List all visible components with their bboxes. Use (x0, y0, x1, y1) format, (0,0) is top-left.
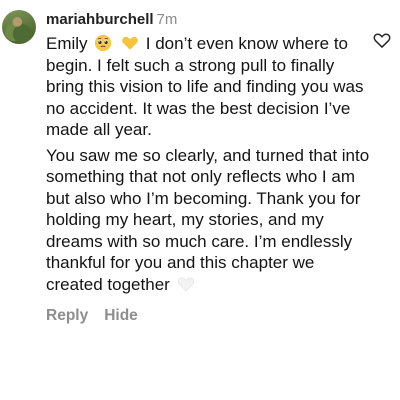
comment-paragraph-1: Emily I don’t even know where to begin. … (46, 33, 370, 141)
comment-text-name: Emily (46, 34, 88, 53)
hide-button[interactable]: Hide (104, 307, 138, 324)
white-heart-emoji (177, 277, 194, 291)
yellow-heart-emoji (122, 36, 138, 50)
comment-paragraph-2: You saw me so clearly, and turned that i… (46, 145, 370, 296)
username[interactable]: mariahburchell (46, 11, 154, 28)
comment-body: mariahburchell 7m Emily I don’t even know… (46, 10, 370, 325)
reply-button[interactable]: Reply (46, 307, 88, 324)
comment: mariahburchell 7m Emily I don’t even know… (0, 0, 400, 400)
comment-text-body: You saw me so clearly, and turned that i… (46, 145, 370, 294)
heart-outline-icon[interactable] (372, 30, 392, 50)
pleading-face-emoji (95, 34, 112, 52)
comment-meta: mariahburchell 7m (46, 10, 370, 30)
timestamp: 7m (156, 11, 178, 28)
avatar[interactable] (2, 10, 36, 44)
comment-actions: Reply Hide (46, 307, 370, 325)
